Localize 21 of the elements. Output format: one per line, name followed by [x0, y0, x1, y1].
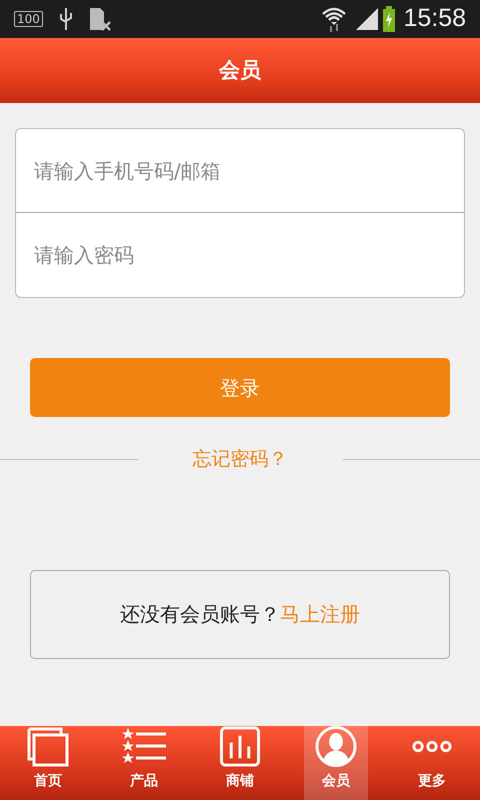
nav-tab[interactable]: 产品: [96, 726, 192, 800]
nav-tab[interactable]: 更多: [384, 726, 480, 800]
nav-tab[interactable]: 首页: [0, 726, 96, 800]
nav-tab[interactable]: 商铺: [192, 726, 288, 800]
password-field[interactable]: 请输入密码: [15, 213, 465, 298]
wifi-icon: [321, 6, 348, 32]
usb-icon: [58, 8, 73, 30]
login-button[interactable]: 登录: [30, 358, 450, 417]
clock-time: 15:58: [403, 3, 466, 34]
account-field[interactable]: 请输入手机号码/邮箱: [15, 128, 465, 213]
bar-chart-icon: [219, 726, 261, 767]
register-prompt: 还没有会员账号？: [120, 601, 280, 628]
signal-icon: [355, 7, 380, 31]
user-avatar-icon: [315, 726, 357, 767]
more-dots-icon: [411, 740, 453, 753]
battery-level-badge: 100: [14, 11, 43, 27]
nav-tab[interactable]: 会员: [304, 726, 368, 800]
windows-icon: [27, 727, 69, 767]
battery-charging-icon: [383, 6, 396, 32]
page-title: 会员: [0, 38, 480, 103]
sim-card-icon: [88, 7, 111, 31]
